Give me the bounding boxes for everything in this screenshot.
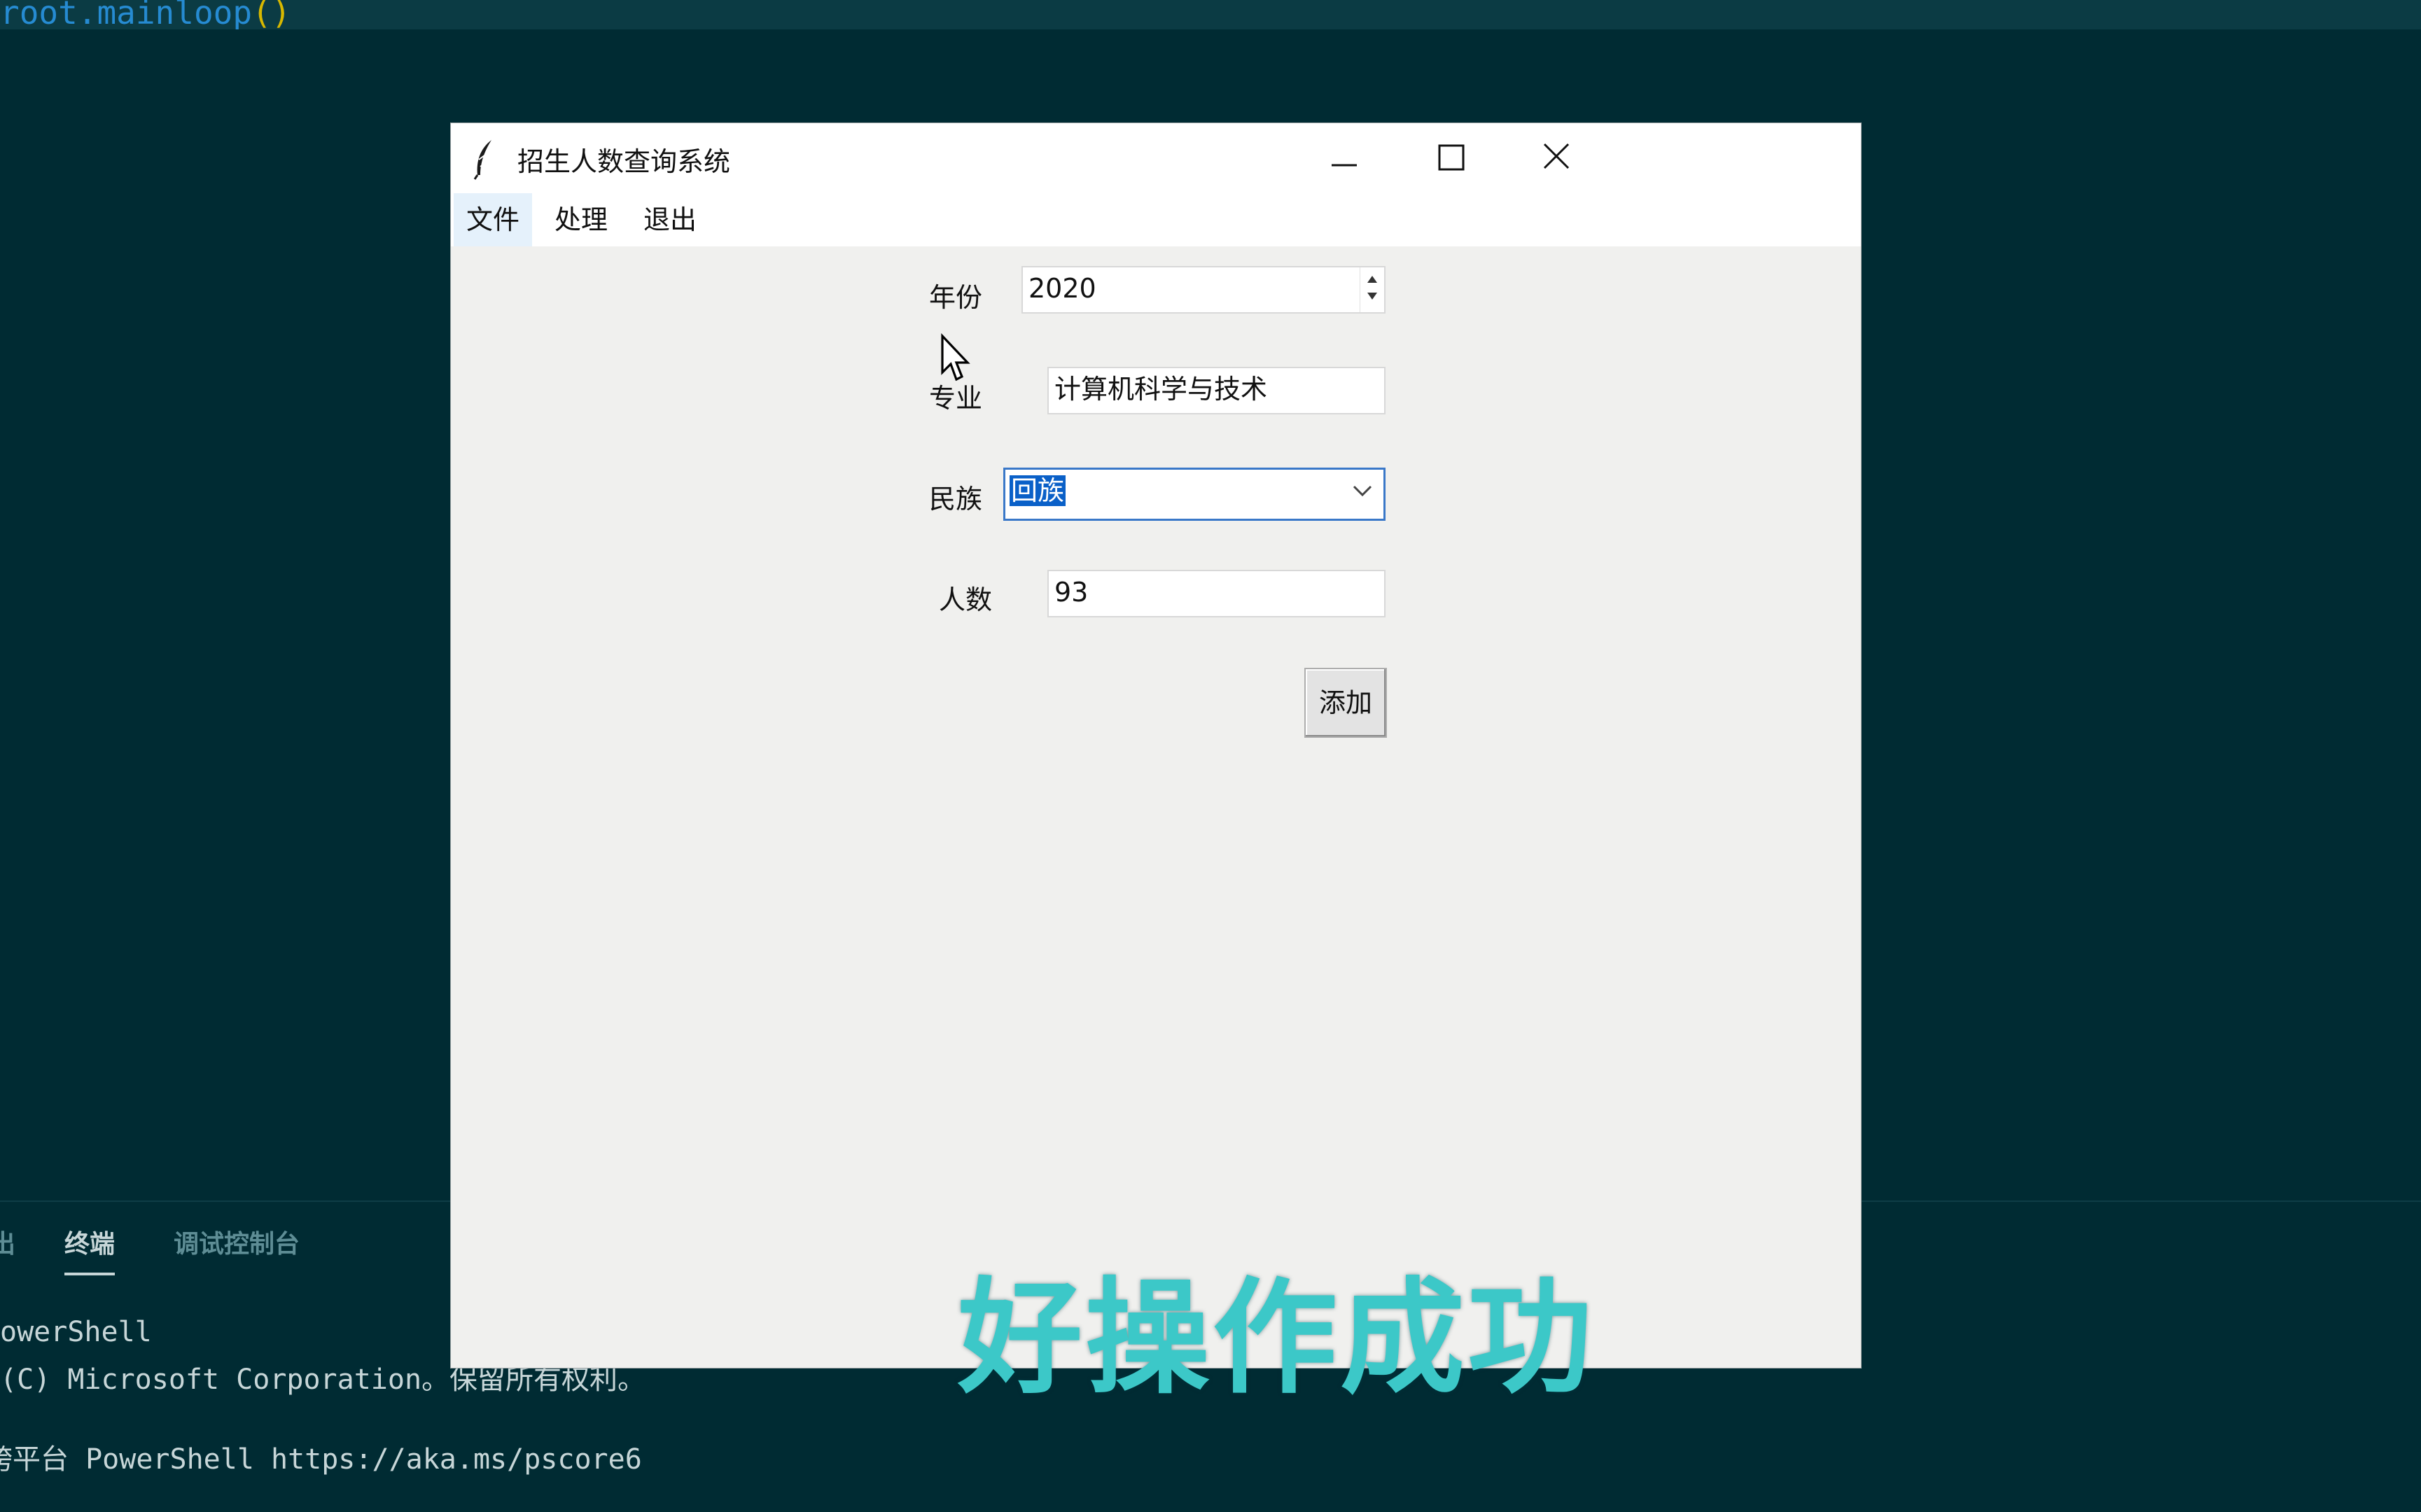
menu-bar: 文件 处理 退出 [451,193,1861,246]
ethnicity-label: 民族 [929,484,983,514]
minimize-button[interactable] [1316,136,1372,181]
mouse-cursor-icon [941,333,970,382]
ethnicity-combobox[interactable]: 回族 [1003,468,1386,521]
tab-terminal[interactable]: 终端 [64,1224,116,1275]
terminal-line: 跨平台 PowerShell https://aka.ms/pscore6 [0,1443,642,1476]
feather-icon [473,140,491,180]
app-window: 招生人数查询系统 文件 处理 退出 年份 2020 专业 计算机科学与技术 民族… [450,122,1862,1368]
chevron-down-icon[interactable] [1348,477,1376,505]
spin-up-down-icon [1367,276,1377,300]
count-label: 人数 [939,584,993,615]
maximize-icon [1438,144,1465,171]
menu-process[interactable]: 处理 [542,193,620,246]
window-title: 招生人数查询系统 [517,146,731,177]
tab-debug-console[interactable]: 调试控制台 [174,1224,300,1260]
editor-code-line: root.mainloop() [0,0,2421,29]
count-input[interactable]: 93 [1047,570,1386,617]
tab-output[interactable]: 出 [0,1224,15,1260]
minimize-icon [1332,164,1357,167]
terminal-line: owerShell [0,1316,152,1348]
panel-tabs: 出 终端 调试控制台 [0,1224,490,1280]
title-bar[interactable]: 招生人数查询系统 [451,123,1861,193]
close-button[interactable] [1529,136,1585,181]
year-value: 2020 [1028,273,1096,304]
add-button[interactable]: 添加 [1304,668,1387,738]
year-label: 年份 [929,282,983,313]
count-value: 93 [1054,577,1089,608]
maximize-button[interactable] [1424,136,1480,181]
menu-file[interactable]: 文件 [454,193,533,246]
ethnicity-value: 回族 [1010,475,1066,506]
overlay-caption: 好操作成功 [958,1266,1595,1410]
year-spinbox[interactable]: 2020 [1021,266,1386,314]
code-parens: () [252,0,291,29]
menu-exit[interactable]: 退出 [631,193,709,246]
spin-arrows[interactable] [1360,267,1384,312]
code-text: root.mainloop [0,0,253,29]
major-input[interactable]: 计算机科学与技术 [1047,367,1386,414]
close-icon [1543,143,1570,169]
major-value: 计算机科学与技术 [1054,374,1268,405]
